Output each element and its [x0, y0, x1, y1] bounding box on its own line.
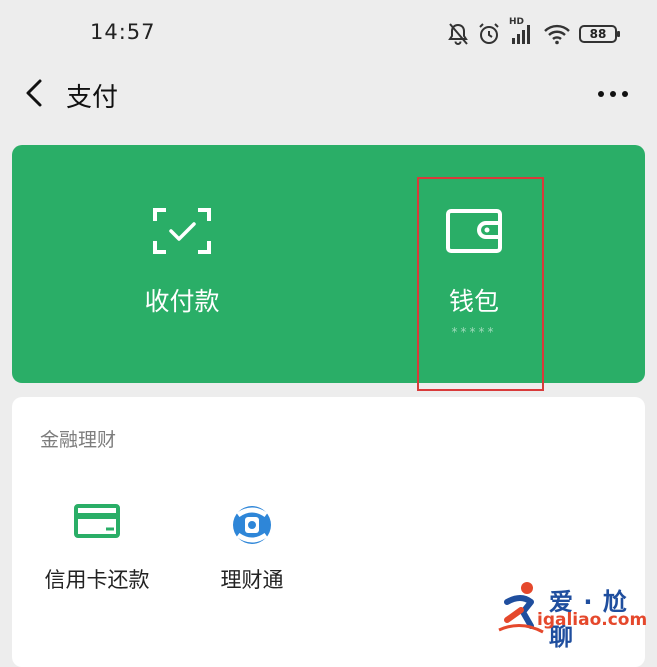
payment-card: 收付款 钱包 *****	[12, 145, 645, 383]
status-time: 14:57	[90, 20, 156, 44]
chevron-left-icon	[26, 79, 42, 107]
wallet-balance-hidden: *****	[451, 325, 497, 339]
credit-card-icon	[73, 501, 121, 545]
more-horizontal-icon	[598, 91, 628, 97]
watermark-domain: igaliao.com	[537, 610, 648, 630]
network-hd-label: HD	[509, 17, 525, 27]
wealth-label: 理财通	[220, 568, 284, 592]
more-button[interactable]	[595, 84, 631, 104]
credit-card-repay-button[interactable]: 信用卡还款	[22, 497, 172, 607]
alarm-clock-icon	[477, 22, 501, 46]
status-icons: HD 88	[447, 17, 620, 48]
bell-off-icon	[447, 22, 469, 46]
section-title: 金融理财	[40, 429, 117, 451]
wifi-icon	[543, 23, 571, 45]
credit-card-repay-label: 信用卡还款	[44, 568, 150, 592]
wallet-icon	[446, 207, 502, 259]
watermark: 爱 · 尬聊 igaliao.com	[497, 580, 648, 651]
scan-check-icon	[152, 207, 212, 259]
back-button[interactable]	[18, 76, 54, 112]
wealth-icon	[228, 501, 276, 553]
receive-pay-label: 收付款	[144, 287, 220, 316]
battery-level: 88	[589, 27, 607, 41]
nav-bar: 支付	[0, 64, 657, 124]
signal-icon: HD	[509, 17, 535, 46]
wealth-button[interactable]: 理财通	[177, 497, 327, 607]
battery-icon: 88	[579, 25, 620, 43]
receive-pay-button[interactable]: 收付款	[24, 145, 340, 383]
page-title: 支付	[66, 83, 119, 113]
status-bar: 14:57 HD 88	[0, 0, 657, 64]
wallet-button[interactable]: 钱包 *****	[316, 145, 632, 383]
wallet-label: 钱包	[448, 287, 499, 316]
